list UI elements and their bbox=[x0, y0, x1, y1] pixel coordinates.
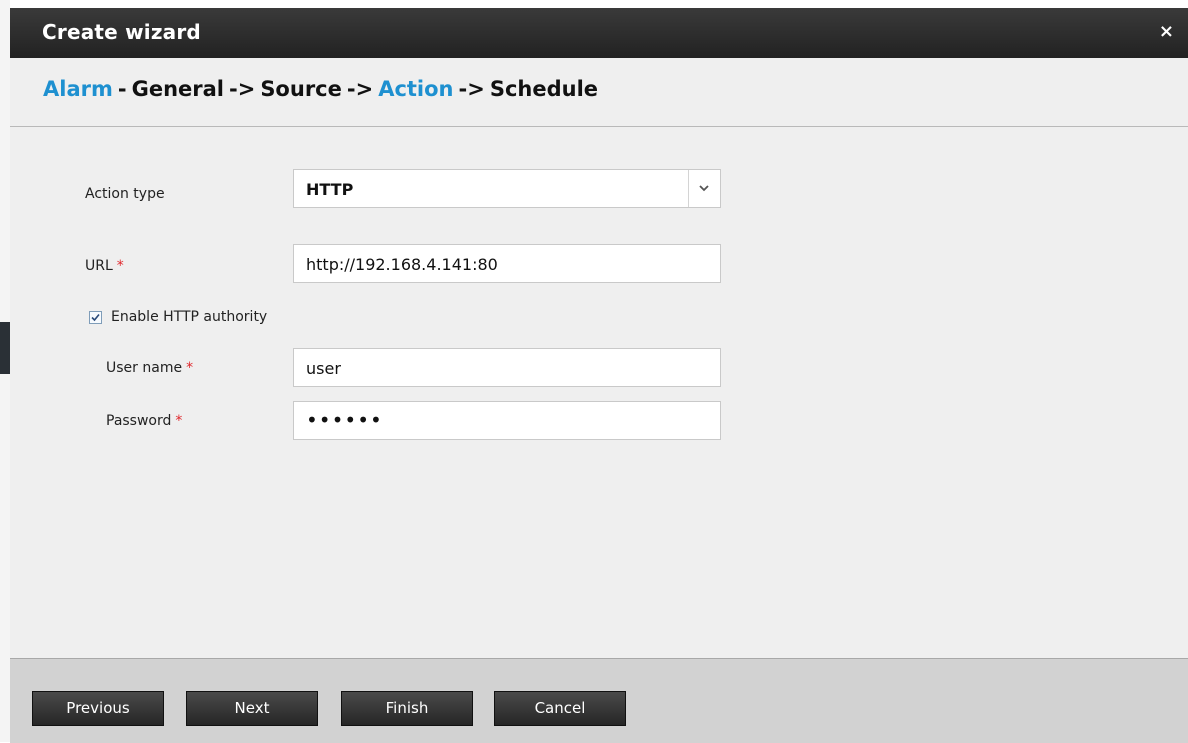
password-input[interactable]: •••••• bbox=[293, 401, 721, 440]
finish-button[interactable]: Finish bbox=[341, 691, 473, 726]
dialog-title: Create wizard bbox=[42, 20, 201, 44]
url-label-text: URL bbox=[85, 258, 113, 274]
step-separator: -> bbox=[229, 77, 256, 101]
user-name-label-text: User name bbox=[106, 360, 183, 376]
background-element bbox=[0, 322, 10, 374]
chevron-down-icon[interactable] bbox=[688, 170, 720, 207]
step-general: General bbox=[131, 77, 224, 101]
next-button[interactable]: Next bbox=[186, 691, 318, 726]
required-asterisk: * bbox=[116, 258, 124, 274]
step-separator: -> bbox=[346, 77, 374, 101]
step-schedule: Schedule bbox=[489, 77, 599, 101]
enable-http-authority-checkbox[interactable] bbox=[89, 311, 102, 324]
dialog-titlebar: Create wizard × bbox=[10, 8, 1188, 58]
step-separator: - bbox=[117, 77, 127, 101]
step-separator: -> bbox=[458, 77, 485, 101]
user-name-label: User name * bbox=[106, 360, 193, 376]
previous-button[interactable]: Previous bbox=[32, 691, 164, 726]
step-action: Action bbox=[378, 77, 454, 101]
user-name-value: user bbox=[306, 359, 341, 378]
url-value: http://192.168.4.141:80 bbox=[306, 255, 498, 274]
action-type-label: Action type bbox=[85, 186, 165, 202]
create-wizard-dialog: Create wizard × Alarm - General -> Source -> A… bbox=[10, 8, 1188, 743]
enable-http-authority-label[interactable]: Enable HTTP authority bbox=[111, 309, 267, 325]
step-alarm: Alarm bbox=[43, 77, 113, 101]
action-type-value: HTTP bbox=[306, 180, 354, 199]
wizard-steps: Alarm - General -> Source -> Action -> Schedule bbox=[10, 58, 1188, 127]
cancel-button[interactable]: Cancel bbox=[494, 691, 626, 726]
action-type-select[interactable]: HTTP bbox=[293, 169, 721, 208]
checkmark-icon bbox=[91, 313, 100, 322]
close-icon[interactable]: × bbox=[1159, 23, 1174, 41]
required-asterisk: * bbox=[186, 360, 194, 376]
user-name-input[interactable]: user bbox=[293, 348, 721, 387]
required-asterisk: * bbox=[175, 413, 183, 429]
password-label: Password * bbox=[106, 413, 182, 429]
dialog-footer: Previous Next Finish Cancel bbox=[10, 658, 1188, 743]
password-label-text: Password bbox=[106, 413, 172, 429]
breadcrumb: Alarm - General -> Source -> Action -> Schedule bbox=[43, 77, 598, 101]
url-input[interactable]: http://192.168.4.141:80 bbox=[293, 244, 721, 283]
step-source: Source bbox=[260, 77, 342, 101]
background-sliver bbox=[0, 0, 10, 742]
password-value: •••••• bbox=[306, 408, 383, 432]
url-label: URL * bbox=[85, 258, 124, 274]
